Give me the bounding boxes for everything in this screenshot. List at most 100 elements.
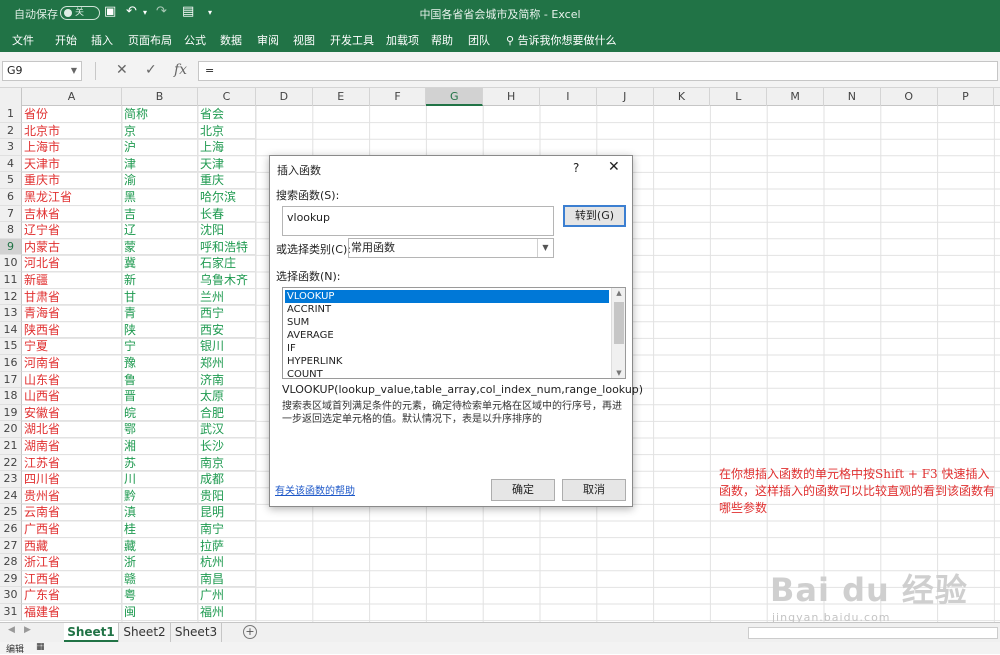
scroll-down-icon[interactable]: ▼ bbox=[612, 369, 625, 377]
cell-b[interactable]: 新 bbox=[122, 272, 198, 289]
row-header[interactable]: 12 bbox=[0, 288, 22, 306]
next-sheet-icon[interactable]: ▶ bbox=[24, 625, 31, 635]
column-header[interactable]: F bbox=[370, 88, 427, 106]
tab-file[interactable]: 文件 bbox=[12, 32, 34, 48]
cell-b[interactable]: 简称 bbox=[122, 106, 198, 123]
cell-c[interactable]: 天津 bbox=[198, 155, 256, 173]
row-header[interactable]: 17 bbox=[0, 371, 22, 389]
cell-b[interactable]: 蒙 bbox=[122, 238, 198, 256]
sheet-tab-sheet1[interactable]: Sheet1 bbox=[64, 623, 118, 642]
tab-help[interactable]: 帮助 bbox=[431, 32, 453, 48]
cell-c[interactable]: 哈尔滨 bbox=[198, 189, 256, 206]
cell-a[interactable]: 重庆市 bbox=[22, 172, 122, 189]
cell-b[interactable]: 粤 bbox=[122, 587, 198, 604]
cell-c[interactable]: 拉萨 bbox=[198, 537, 256, 555]
function-item[interactable]: AVERAGE bbox=[285, 329, 609, 342]
cell-c[interactable]: 武汉 bbox=[198, 421, 256, 438]
row-header[interactable]: 5 bbox=[0, 172, 22, 189]
list-scrollbar[interactable]: ▲ ▼ bbox=[611, 288, 625, 378]
column-header[interactable]: C bbox=[198, 88, 256, 106]
tab-team[interactable]: 团队 bbox=[468, 32, 490, 48]
close-icon[interactable]: ✕ bbox=[608, 159, 620, 175]
row-header[interactable]: 29 bbox=[0, 570, 22, 588]
cell-b[interactable]: 吉 bbox=[122, 205, 198, 223]
cell-a[interactable]: 新疆 bbox=[22, 272, 122, 289]
column-header[interactable]: P bbox=[938, 88, 995, 106]
row-header[interactable]: 9 bbox=[0, 238, 22, 256]
cell-a[interactable]: 省份 bbox=[22, 106, 122, 123]
search-function-input[interactable]: vlookup bbox=[282, 206, 554, 236]
cell-b[interactable]: 沪 bbox=[122, 139, 198, 156]
cell-c[interactable]: 长沙 bbox=[198, 438, 256, 455]
cell-c[interactable]: 沈阳 bbox=[198, 222, 256, 239]
cell-b[interactable]: 豫 bbox=[122, 355, 198, 372]
cell-b[interactable]: 甘 bbox=[122, 288, 198, 306]
function-list[interactable]: VLOOKUP ACCRINT SUM AVERAGE IF HYPERLINK… bbox=[282, 287, 626, 379]
function-item[interactable]: ACCRINT bbox=[285, 303, 609, 316]
cell-c[interactable]: 省会 bbox=[198, 106, 256, 123]
add-sheet-icon[interactable]: + bbox=[243, 625, 257, 639]
category-select[interactable]: 常用函数 ▼ bbox=[348, 238, 554, 258]
cell-b[interactable]: 青 bbox=[122, 305, 198, 322]
cell-a[interactable]: 黑龙江省 bbox=[22, 189, 122, 206]
cell-b[interactable]: 浙 bbox=[122, 554, 198, 571]
cell-b[interactable]: 渝 bbox=[122, 172, 198, 189]
row-header[interactable]: 16 bbox=[0, 355, 22, 372]
column-header[interactable]: O bbox=[881, 88, 938, 106]
column-header[interactable]: B bbox=[122, 88, 198, 106]
function-item[interactable]: HYPERLINK bbox=[285, 355, 609, 368]
cell-c[interactable]: 南京 bbox=[198, 454, 256, 472]
cell-a[interactable]: 云南省 bbox=[22, 504, 122, 521]
cell-c[interactable]: 长春 bbox=[198, 205, 256, 223]
macro-record-icon[interactable]: ▦ bbox=[36, 642, 45, 652]
cell-b[interactable]: 皖 bbox=[122, 404, 198, 422]
row-header[interactable]: 30 bbox=[0, 587, 22, 604]
row-header[interactable]: 14 bbox=[0, 321, 22, 339]
cancel-icon[interactable]: ✕ bbox=[116, 62, 128, 78]
cell-c[interactable]: 郑州 bbox=[198, 355, 256, 372]
cell-a[interactable]: 西藏 bbox=[22, 537, 122, 555]
column-header[interactable]: G bbox=[426, 88, 484, 106]
row-header[interactable]: 22 bbox=[0, 454, 22, 472]
cell-c[interactable]: 银川 bbox=[198, 338, 256, 355]
column-header[interactable]: E bbox=[313, 88, 370, 106]
horizontal-scrollbar[interactable] bbox=[748, 627, 998, 639]
cell-a[interactable]: 甘肃省 bbox=[22, 288, 122, 306]
cell-a[interactable]: 内蒙古 bbox=[22, 238, 122, 256]
cell-a[interactable]: 江西省 bbox=[22, 570, 122, 588]
cell-c[interactable]: 石家庄 bbox=[198, 255, 256, 272]
row-header[interactable]: 4 bbox=[0, 155, 22, 173]
row-header[interactable]: 13 bbox=[0, 305, 22, 322]
cell-a[interactable]: 湖南省 bbox=[22, 438, 122, 455]
function-item[interactable]: VLOOKUP bbox=[285, 290, 609, 303]
column-header[interactable]: J bbox=[597, 88, 654, 106]
row-header[interactable]: 19 bbox=[0, 404, 22, 422]
cell-a[interactable]: 江苏省 bbox=[22, 454, 122, 472]
cell-c[interactable]: 北京 bbox=[198, 122, 256, 140]
cell-b[interactable]: 冀 bbox=[122, 255, 198, 272]
row-header[interactable]: 3 bbox=[0, 139, 22, 156]
cell-a[interactable]: 辽宁省 bbox=[22, 222, 122, 239]
tab-view[interactable]: 视图 bbox=[293, 32, 315, 48]
column-header[interactable]: M bbox=[767, 88, 824, 106]
enter-icon[interactable]: ✓ bbox=[145, 62, 157, 78]
cell-b[interactable]: 湘 bbox=[122, 438, 198, 455]
cell-a[interactable]: 宁夏 bbox=[22, 338, 122, 355]
row-header[interactable]: 15 bbox=[0, 338, 22, 355]
insert-function-icon[interactable]: fx bbox=[174, 62, 187, 78]
cell-c[interactable]: 昆明 bbox=[198, 504, 256, 521]
cell-a[interactable]: 四川省 bbox=[22, 471, 122, 488]
ok-button[interactable]: 确定 bbox=[491, 479, 555, 501]
cell-a[interactable]: 河南省 bbox=[22, 355, 122, 372]
cell-a[interactable]: 上海市 bbox=[22, 139, 122, 156]
cell-a[interactable]: 天津市 bbox=[22, 155, 122, 173]
cell-c[interactable]: 福州 bbox=[198, 604, 256, 621]
goto-button[interactable]: 转到(G) bbox=[563, 205, 626, 227]
cell-c[interactable]: 南昌 bbox=[198, 570, 256, 588]
cell-b[interactable]: 鲁 bbox=[122, 371, 198, 389]
cell-a[interactable]: 陕西省 bbox=[22, 321, 122, 339]
row-header[interactable]: 8 bbox=[0, 222, 22, 239]
sheet-tab-sheet2[interactable]: Sheet2 bbox=[118, 623, 170, 642]
cell-a[interactable]: 安徽省 bbox=[22, 404, 122, 422]
tab-insert[interactable]: 插入 bbox=[91, 32, 113, 48]
